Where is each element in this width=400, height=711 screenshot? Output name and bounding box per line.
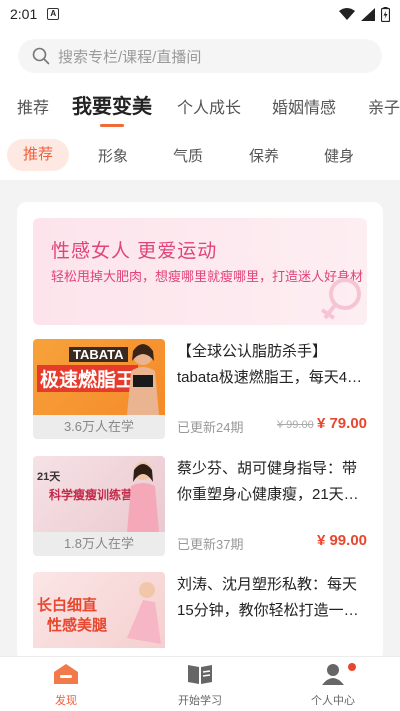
subtab-temperament[interactable]: 气质 — [173, 145, 203, 166]
course-title[interactable]: 刘涛、沈月塑形私教：每天15分钟，教你轻松打造一… — [177, 572, 367, 624]
home-icon — [54, 664, 78, 684]
status-time: 2:01 — [10, 6, 38, 22]
subtab-recommend[interactable]: 推荐 — [7, 139, 69, 171]
status-bar: 2:01 A — [0, 0, 400, 28]
thumb-headline: 科学瘦瘦训练营 — [49, 488, 134, 502]
course-cover-image: TABATA 极速燃脂王 — [33, 339, 165, 415]
promo-banner[interactable]: 性感女人 更爱运动 轻松甩掉大肥肉，想瘦哪里就瘦哪里，打造迷人好身材 — [33, 218, 367, 325]
subtab-care[interactable]: 保养 — [249, 145, 279, 166]
tab-beauty[interactable]: 我要变美 — [72, 90, 152, 119]
course-price: ¥ 99.00 — [316, 532, 367, 549]
subtab-fitness[interactable]: 健身 — [324, 145, 354, 166]
search-icon — [32, 47, 50, 65]
tab-indicator — [100, 124, 124, 127]
learner-count: 3.6万人在学 — [33, 415, 165, 439]
book-icon — [188, 665, 212, 684]
banner-subtitle: 轻松甩掉大肥肉，想瘦哪里就瘦哪里，打造迷人好身材 — [51, 269, 364, 284]
course-list-card: 性感女人 更爱运动 轻松甩掉大肥肉，想瘦哪里就瘦哪里，打造迷人好身材 TABAT… — [17, 202, 383, 662]
subtab-image[interactable]: 形象 — [98, 145, 128, 166]
wifi-icon — [339, 8, 355, 20]
nav-start-learning[interactable]: 开始学习 — [160, 663, 240, 708]
bottom-nav: 发现 开始学习 个人中心 — [0, 656, 400, 711]
thumb-tag: 21天 — [37, 471, 61, 483]
course-item[interactable]: 长白细直 性感美腿 刘涛、沈月塑形私教：每天15分钟，教你轻松打造一… — [33, 572, 367, 662]
nav-label: 发现 — [55, 695, 77, 707]
course-title[interactable]: 【全球公认脂肪杀手】tabata极速燃脂王，每天4… — [177, 339, 367, 391]
tab-marriage[interactable]: 婚姻情感 — [272, 94, 336, 118]
battery-icon — [381, 6, 390, 22]
venus-symbol-icon — [320, 278, 361, 320]
thumb-tag: 长白细直 — [37, 597, 98, 614]
course-cover-image: 21天 科学瘦瘦训练营 — [33, 456, 165, 532]
tab-recommend[interactable]: 推荐 — [17, 94, 49, 118]
notification-dot — [348, 663, 356, 671]
main-tab-bar: 推荐 我要变美 个人成长 婚姻情感 亲子 — [0, 86, 400, 128]
nav-profile[interactable]: 个人中心 — [293, 663, 373, 708]
notification-icon: A — [47, 8, 60, 20]
tab-parenting[interactable]: 亲子 — [368, 94, 400, 118]
search-input[interactable]: 搜索专栏/课程/直播间 — [58, 46, 201, 67]
sub-tab-bar: 推荐 形象 气质 保养 健身 — [0, 136, 400, 176]
course-thumbnail[interactable]: TABATA 极速燃脂王 3.6万人在学 — [33, 339, 165, 439]
status-indicators — [339, 6, 390, 22]
nav-label: 个人中心 — [311, 695, 355, 707]
update-count: 已更新24期 — [177, 420, 244, 435]
original-price: ¥ 99.00 — [277, 419, 314, 431]
instructor-figure — [127, 582, 161, 644]
course-title[interactable]: 蔡少芬、胡可健身指导：带你重塑身心健康瘦，21天… — [177, 456, 367, 508]
banner-title: 性感女人 更爱运动 — [51, 241, 218, 262]
course-thumbnail[interactable]: 长白细直 性感美腿 — [33, 572, 165, 662]
thumb-headline: 性感美腿 — [47, 617, 108, 634]
tab-personal-growth[interactable]: 个人成长 — [177, 94, 241, 118]
instructor-figure — [127, 462, 159, 532]
nav-discover[interactable]: 发现 — [26, 663, 106, 708]
user-icon — [322, 664, 344, 685]
nav-label: 开始学习 — [178, 695, 222, 707]
update-count: 已更新37期 — [177, 537, 244, 552]
course-cover-image: 长白细直 性感美腿 — [33, 572, 165, 648]
instructor-figure — [127, 344, 159, 415]
thumb-tag: TABATA — [69, 347, 128, 362]
course-price: ¥ 79.00 — [316, 415, 367, 432]
signal-icon — [361, 7, 375, 21]
course-thumbnail[interactable]: 21天 科学瘦瘦训练营 1.8万人在学 — [33, 456, 165, 556]
course-item[interactable]: TABATA 极速燃脂王 3.6万人在学 【全球公认脂肪杀手】tabata极速燃… — [33, 339, 367, 439]
learner-count: 1.8万人在学 — [33, 532, 165, 556]
search-bar[interactable]: 搜索专栏/课程/直播间 — [18, 39, 382, 73]
course-item[interactable]: 21天 科学瘦瘦训练营 1.8万人在学 蔡少芬、胡可健身指导：带你重塑身心健康瘦… — [33, 456, 367, 556]
